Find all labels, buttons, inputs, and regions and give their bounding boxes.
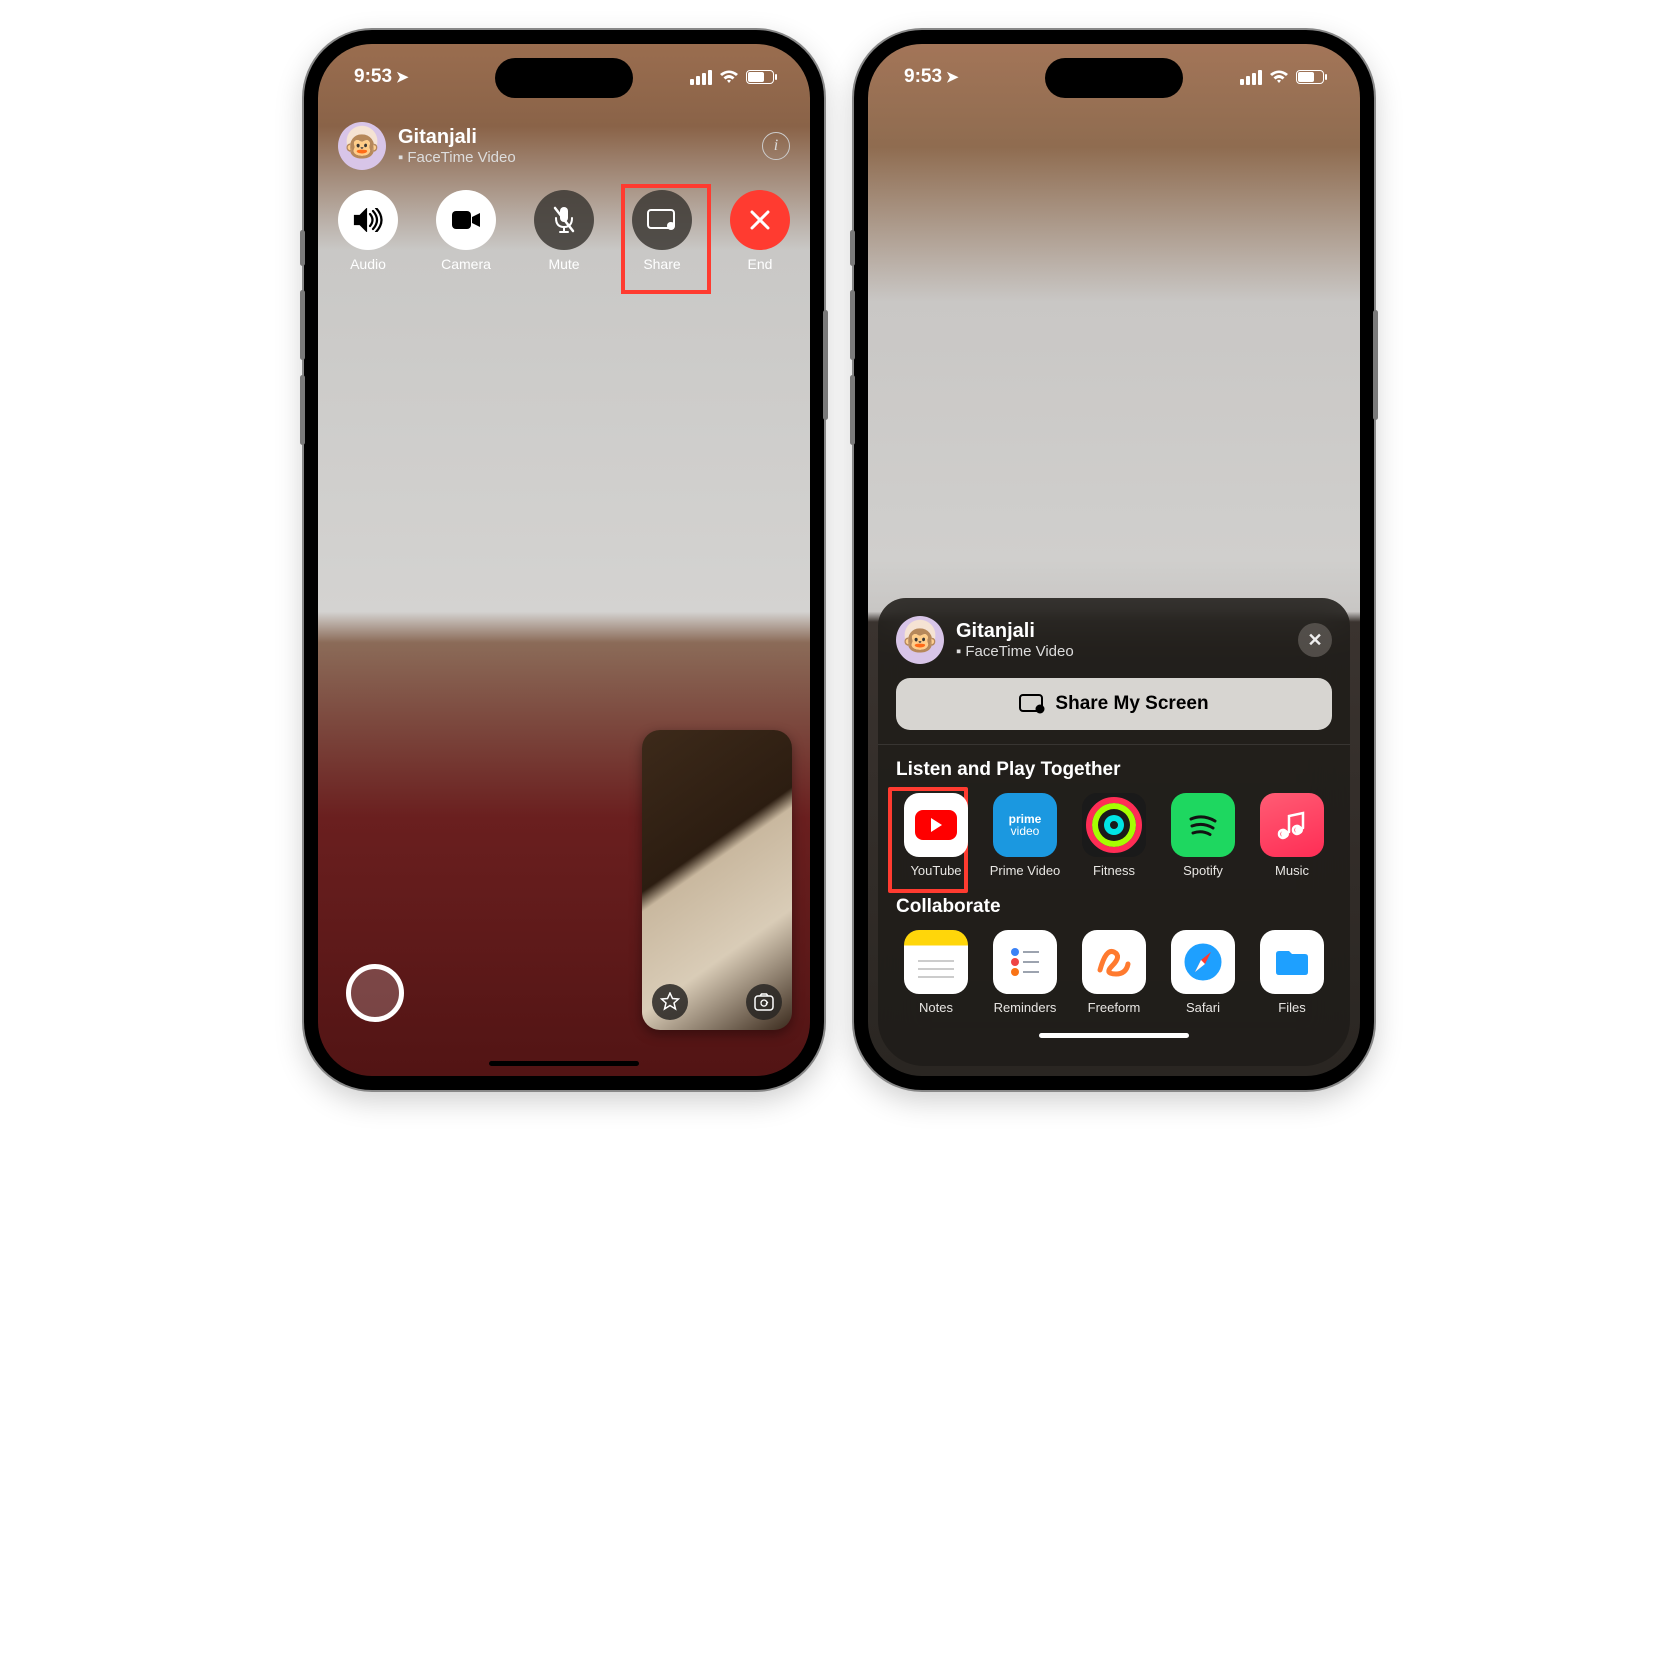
avatar[interactable]: 🐵	[896, 616, 944, 664]
silent-switch[interactable]	[850, 230, 855, 266]
camera-button[interactable]	[436, 190, 496, 250]
listen-apps-row: YouTube primevideo Prime Video Fitness S…	[896, 793, 1332, 878]
wifi-icon	[1269, 70, 1289, 84]
status-time: 9:53	[354, 66, 392, 88]
freeform-label: Freeform	[1088, 1000, 1141, 1015]
cellular-icon	[1240, 70, 1262, 85]
mute-button[interactable]	[534, 190, 594, 250]
battery-icon	[1296, 70, 1324, 84]
power-button[interactable]	[823, 310, 828, 420]
call-type: FaceTime Video	[965, 643, 1073, 660]
silent-switch[interactable]	[300, 230, 305, 266]
camera-label: Camera	[441, 256, 491, 272]
phone-right: 9:53 ➤ 🐵 Gitanjali ▪ FaceTime Video	[854, 30, 1374, 1090]
listen-section-title: Listen and Play Together	[896, 759, 1332, 781]
status-time: 9:53	[904, 66, 942, 88]
volume-down[interactable]	[300, 375, 305, 445]
effects-button[interactable]	[652, 984, 688, 1020]
share-my-screen-button[interactable]: Share My Screen	[896, 678, 1332, 730]
wifi-icon	[719, 70, 739, 84]
video-icon: ▪	[956, 643, 961, 660]
battery-icon	[746, 70, 774, 84]
spotify-label: Spotify	[1183, 863, 1223, 878]
call-type: FaceTime Video	[407, 149, 515, 166]
reminders-label: Reminders	[994, 1000, 1057, 1015]
avatar[interactable]: 🐵	[338, 122, 386, 170]
divider	[878, 744, 1350, 745]
home-indicator[interactable]	[1039, 1033, 1189, 1038]
screen-right: 9:53 ➤ 🐵 Gitanjali ▪ FaceTime Video	[868, 44, 1360, 1076]
audio-label: Audio	[350, 256, 386, 272]
dynamic-island	[1045, 58, 1183, 98]
dynamic-island	[495, 58, 633, 98]
home-indicator[interactable]	[489, 1061, 639, 1066]
highlight-share	[621, 184, 711, 294]
end-button[interactable]	[730, 190, 790, 250]
collab-apps-row: Notes Reminders Freeform	[896, 930, 1332, 1015]
notes-icon[interactable]	[904, 930, 968, 994]
end-label: End	[748, 256, 773, 272]
share-sheet: 🐵 Gitanjali ▪ FaceTime Video ✕ Share My …	[878, 598, 1350, 1066]
cellular-icon	[690, 70, 712, 85]
location-icon: ➤	[946, 68, 959, 86]
safari-label: Safari	[1186, 1000, 1220, 1015]
self-view[interactable]	[642, 730, 792, 1030]
info-icon[interactable]: i	[762, 132, 790, 160]
caller-name: Gitanjali	[956, 620, 1074, 643]
fitness-icon[interactable]	[1082, 793, 1146, 857]
fitness-label: Fitness	[1093, 863, 1135, 878]
safari-icon[interactable]	[1171, 930, 1235, 994]
call-controls: Audio Camera Mute Share	[338, 190, 790, 272]
youtube-icon[interactable]	[904, 793, 968, 857]
collab-section-title: Collaborate	[896, 896, 1332, 918]
music-label: Music	[1275, 863, 1309, 878]
volume-up[interactable]	[300, 290, 305, 360]
power-button[interactable]	[1373, 310, 1378, 420]
mute-label: Mute	[548, 256, 579, 272]
volume-up[interactable]	[850, 290, 855, 360]
flip-camera-button[interactable]	[746, 984, 782, 1020]
spotify-icon[interactable]	[1171, 793, 1235, 857]
volume-down[interactable]	[850, 375, 855, 445]
files-label: Files	[1278, 1000, 1305, 1015]
screen-left: 9:53 ➤ 🐵 Gitanjali ▪ FaceTime Video i	[318, 44, 810, 1076]
video-icon: ▪	[398, 149, 403, 166]
prime-label: Prime Video	[990, 863, 1061, 878]
notes-label: Notes	[919, 1000, 953, 1015]
files-icon[interactable]	[1260, 930, 1324, 994]
share-my-screen-label: Share My Screen	[1055, 693, 1208, 715]
prime-video-icon[interactable]: primevideo	[993, 793, 1057, 857]
phone-left: 9:53 ➤ 🐵 Gitanjali ▪ FaceTime Video i	[304, 30, 824, 1090]
reminders-icon[interactable]	[993, 930, 1057, 994]
close-button[interactable]: ✕	[1298, 623, 1332, 657]
freeform-icon[interactable]	[1082, 930, 1146, 994]
call-header: 🐵 Gitanjali ▪ FaceTime Video i	[338, 122, 790, 170]
shutter-button[interactable]	[346, 964, 404, 1022]
audio-button[interactable]	[338, 190, 398, 250]
caller-name: Gitanjali	[398, 126, 516, 149]
music-icon[interactable]	[1260, 793, 1324, 857]
location-icon: ➤	[396, 68, 409, 86]
